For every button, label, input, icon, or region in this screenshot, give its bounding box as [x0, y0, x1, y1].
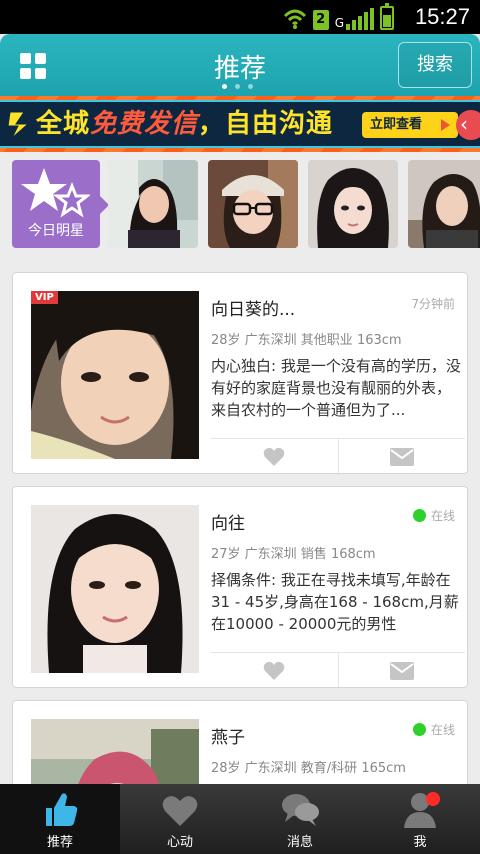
arrow-icon: [7, 111, 30, 139]
profile-name: 向往: [211, 514, 245, 534]
thumbs-up-icon: [46, 793, 78, 826]
tab-messages[interactable]: 消息: [240, 784, 360, 854]
online-dot-icon: [412, 723, 426, 736]
mail-icon: [389, 661, 414, 680]
status-time: 15:27: [414, 4, 470, 29]
tab-label: 推荐: [46, 835, 73, 850]
banner-close-icon[interactable]: ‹: [456, 110, 480, 140]
star-avatar[interactable]: [108, 160, 198, 248]
like-button[interactable]: [211, 439, 338, 473]
app-header: 推荐 搜索: [0, 34, 480, 96]
banner-headline: 全城免费发信，自由沟通: [36, 104, 333, 144]
chat-bubbles-icon: [282, 794, 319, 826]
message-button[interactable]: [337, 439, 466, 473]
tab-recommend[interactable]: 推荐: [0, 784, 120, 854]
message-button[interactable]: [337, 653, 466, 687]
profile-description: 择偶条件: 我正在寻找未填写,年龄在31 - 45岁,身高在168 - 168c…: [211, 571, 459, 633]
last-active-time: 7分钟前: [411, 297, 455, 311]
star-avatar[interactable]: [308, 160, 398, 248]
avatar-photo: [408, 160, 480, 248]
stars-row: 今日明星: [0, 152, 480, 260]
mail-icon: [389, 447, 414, 466]
today-star-label: 今日明星: [28, 223, 84, 239]
heart-icon: [263, 447, 285, 466]
profile-photo[interactable]: VIP: [31, 291, 199, 459]
notification-badge: [426, 792, 440, 806]
online-dot-icon: [412, 509, 426, 522]
star-avatar[interactable]: [208, 160, 298, 248]
today-star-tile[interactable]: 今日明星: [12, 160, 109, 248]
avatar-photo: [108, 160, 198, 248]
page-dot: [235, 84, 240, 89]
banner-text-suffix: ，自由沟通: [198, 109, 334, 139]
battery-icon: [380, 3, 394, 30]
profile-name: 燕子: [211, 728, 245, 748]
like-button[interactable]: [211, 653, 338, 687]
banner-text-prefix: 全城: [36, 109, 91, 139]
search-button[interactable]: 搜索: [398, 42, 472, 88]
heart-icon: [162, 796, 198, 826]
profile-card[interactable]: VIP 向日葵的... 7分钟前 28岁 广东深圳 其他职业 163cm 内心独…: [12, 272, 468, 474]
bottom-nav: 推荐 心动 消息 我: [0, 784, 480, 854]
heart-icon: [263, 661, 285, 680]
sim-icon: 2: [312, 10, 329, 30]
profile-photo-image: [31, 291, 199, 459]
signal-icon: [346, 8, 374, 30]
profile-meta: 27岁 广东深圳 销售 168cm: [211, 547, 376, 562]
network-type: G: [334, 16, 344, 30]
profile-photo-image: [31, 505, 199, 673]
page-indicator: [222, 84, 253, 89]
card-actions: [211, 438, 466, 473]
card-actions: [211, 652, 466, 687]
profile-photo[interactable]: [31, 505, 199, 673]
status-bar: 2 G 15:27: [0, 0, 480, 34]
vip-badge: VIP: [31, 291, 58, 304]
page-dot: [222, 84, 227, 89]
tab-label: 消息: [286, 835, 313, 850]
stars-icon: [21, 168, 90, 218]
tab-label: 心动: [166, 835, 193, 850]
online-status-label: 在线: [430, 509, 455, 523]
promo-banner[interactable]: 全城免费发信，自由沟通 立即查看 ‹: [0, 96, 480, 152]
profile-card[interactable]: 向往 在线 27岁 广东深圳 销售 168cm 择偶条件: 我正在寻找未填写,年…: [12, 486, 468, 688]
status-icons: 2 G: [283, 3, 394, 30]
online-status: 在线: [412, 721, 455, 738]
star-avatar[interactable]: [408, 160, 480, 248]
tab-crush[interactable]: 心动: [120, 784, 240, 854]
online-status-label: 在线: [430, 723, 455, 737]
tab-me[interactable]: 我: [360, 784, 480, 854]
profile-meta: 28岁 广东深圳 教育/科研 165cm: [211, 761, 406, 776]
online-status: 在线: [412, 507, 455, 524]
profile-name: 向日葵的...: [211, 300, 296, 320]
avatar-photo: [208, 160, 298, 248]
banner-text-highlight: 免费发信: [90, 109, 199, 139]
profile-meta: 28岁 广东深圳 其他职业 163cm: [211, 333, 402, 348]
wifi-icon: [283, 9, 306, 29]
banner-cta-button[interactable]: 立即查看: [362, 112, 458, 138]
tab-label: 我: [413, 835, 427, 850]
profile-description: 内心独白: 我是一个没有高的学历，没有好的家庭背景也没有靓丽的外表，来自农村的一…: [211, 357, 461, 419]
page-dot: [248, 84, 253, 89]
avatar-photo: [308, 160, 398, 248]
